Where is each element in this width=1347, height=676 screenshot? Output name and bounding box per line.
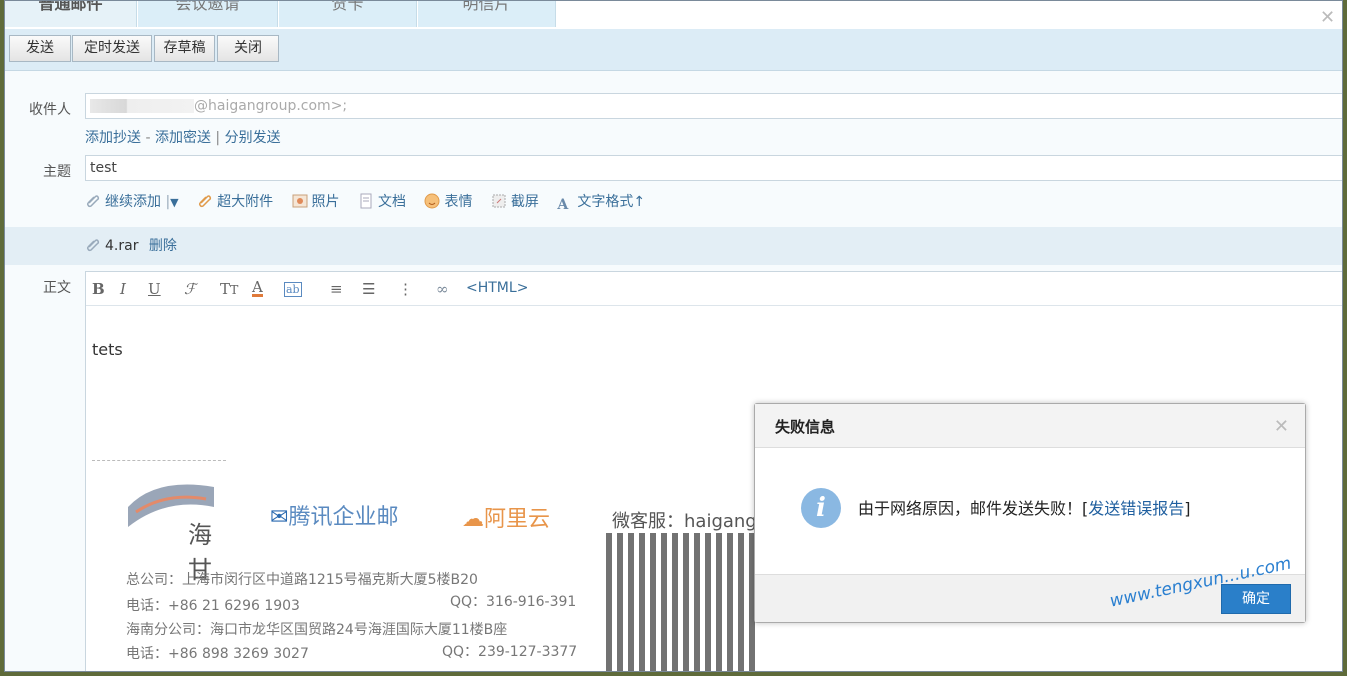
scheduled-send-button[interactable]: 定时发送 <box>72 35 152 62</box>
add-cc-link[interactable]: 添加抄送 <box>85 130 141 146</box>
tab-normal-mail[interactable]: 普通邮件 <box>5 1 137 27</box>
qr-code <box>606 533 756 671</box>
large-attachment-button[interactable]: 超大附件 <box>197 191 273 211</box>
dialog-header: 失败信息 ✕ <box>755 404 1305 448</box>
bracket: ] <box>1184 499 1191 518</box>
emoji-button[interactable]: 表情 <box>424 191 472 211</box>
attachment-list: 4.rar 删除 <box>5 227 1342 265</box>
attachment-toolbar: 继续添加 |▼ 超大附件 照片 文档 表情 截屏 A 文字格式↑ <box>85 191 659 213</box>
tab-bar: 普通邮件 会议邀请 贺卡 明信片 ✕ <box>5 1 1342 29</box>
separator: | <box>215 130 221 146</box>
list-icon[interactable]: ☰ <box>362 280 375 298</box>
editor-toolbar: B I U ℱ TT A ab ≡ ☰ ⋮ ∞ <HTML> <box>86 272 1342 306</box>
attachment-item: 4.rar 删除 <box>85 235 177 255</box>
separator: - <box>145 130 151 146</box>
tab-label: 明信片 <box>462 1 511 13</box>
font-family-icon[interactable]: ℱ <box>184 280 196 298</box>
paperclip-icon <box>85 237 101 253</box>
qq-hq: QQ：316-916-391 <box>450 594 577 610</box>
haigan-logo: 海甘 <box>126 477 216 584</box>
highlight-icon[interactable]: ab <box>284 282 302 297</box>
logo-text: 阿里云 <box>484 507 551 532</box>
photo-button[interactable]: 照片 <box>292 191 340 211</box>
text-format-button[interactable]: A 文字格式↑ <box>557 191 645 213</box>
indent-icon[interactable]: ⋮ <box>398 280 413 298</box>
error-dialog: 失败信息 ✕ i 由于网络原因，邮件发送失败！[发送错误报告] 确定 <box>754 403 1306 623</box>
html-mode-button[interactable]: <HTML> <box>466 280 528 296</box>
body-label: 正文 <box>43 280 71 296</box>
italic-icon[interactable]: I <box>120 280 126 298</box>
attachment-filename: 4.rar <box>105 238 139 254</box>
to-field[interactable]: @haigangroup.com>; <box>85 93 1342 119</box>
delete-attachment-link[interactable]: 删除 <box>149 238 177 254</box>
tel-hainan: 电话：+86 898 3269 3027 <box>126 646 309 662</box>
tab-meeting-invite[interactable]: 会议邀请 <box>138 1 278 27</box>
info-icon: i <box>801 488 841 528</box>
close-icon[interactable]: ✕ <box>1320 9 1335 27</box>
screenshot-icon <box>491 193 507 209</box>
signature-divider <box>92 460 226 461</box>
send-button[interactable]: 发送 <box>9 35 71 62</box>
message-text: 由于网络原因，邮件发送失败！ <box>858 499 1083 518</box>
dialog-title: 失败信息 <box>775 418 836 436</box>
logo-text: 腾讯企业邮 <box>288 505 399 530</box>
to-value: @haigangroup.com>; <box>194 98 348 114</box>
continue-add-button[interactable]: 继续添加 |▼ <box>85 191 179 211</box>
subject-label: 主题 <box>43 164 71 180</box>
qq-hainan: QQ：239-127-3377 <box>442 644 578 660</box>
tel-hq: 电话：+86 21 6296 1903 <box>126 598 300 614</box>
continue-add-label: 继续添加 <box>105 194 161 210</box>
body-text: tets <box>92 340 123 359</box>
screenshot-button[interactable]: 截屏 <box>491 191 539 211</box>
text-format-icon: A <box>557 197 569 213</box>
address-hq: 总公司：上海市闵行区中道路1215号福克斯大厦5楼B20 <box>126 572 478 588</box>
link-icon[interactable]: ∞ <box>436 280 449 298</box>
underline-icon[interactable]: U <box>148 280 161 298</box>
emoji-label: 表情 <box>444 194 473 210</box>
to-label: 收件人 <box>29 102 71 118</box>
compose-toolbar: 发送 定时发送 存草稿 关闭 <box>5 29 1342 71</box>
tab-card[interactable]: 贺卡 <box>279 1 417 27</box>
signature: 海甘 ✉腾讯企业邮 ☁阿里云 微客服：haigang 总公司：上海市闵行区中道路… <box>122 477 822 671</box>
align-icon[interactable]: ≡ <box>330 280 343 298</box>
tab-label: 普通邮件 <box>38 1 103 13</box>
document-icon <box>358 193 374 209</box>
photo-icon <box>292 193 308 209</box>
separate-send-link[interactable]: 分别发送 <box>225 130 281 146</box>
smiley-icon <box>424 193 440 209</box>
tencent-exmail-logo: ✉腾讯企业邮 <box>270 499 398 531</box>
paperclip-icon <box>85 193 101 209</box>
add-bcc-link[interactable]: 添加密送 <box>155 130 211 146</box>
font-color-icon[interactable]: A <box>252 280 263 297</box>
font-size-icon[interactable]: TT <box>220 280 238 298</box>
error-report-link[interactable]: 发送错误报告 <box>1088 499 1184 518</box>
save-draft-button[interactable]: 存草稿 <box>154 35 215 62</box>
dialog-message: 由于网络原因，邮件发送失败！[发送错误报告] <box>858 495 1191 519</box>
paperclip-orange-icon <box>197 193 213 209</box>
photo-label: 照片 <box>311 194 340 210</box>
address-hainan: 海南分公司：海口市龙华区国贸路24号海涯国际大厦11楼B座 <box>126 622 508 638</box>
screenshot-label: 截屏 <box>510 194 539 210</box>
redacted-address <box>90 99 194 113</box>
tab-postcard[interactable]: 明信片 <box>418 1 556 27</box>
subject-input[interactable]: test <box>85 155 1342 181</box>
chevron-down-icon[interactable]: ▼ <box>170 196 178 209</box>
document-button[interactable]: 文档 <box>358 191 406 211</box>
tab-label: 会议邀请 <box>175 1 240 13</box>
tab-label: 贺卡 <box>331 1 364 13</box>
aliyun-logo: ☁阿里云 <box>462 501 550 533</box>
cloud-icon: ☁ <box>462 507 484 532</box>
close-button[interactable]: 关闭 <box>217 35 279 62</box>
large-attachment-label: 超大附件 <box>217 194 274 210</box>
wechat-service: 微客服：haigang <box>612 511 757 532</box>
bold-icon[interactable]: B <box>92 280 105 298</box>
document-label: 文档 <box>378 194 406 210</box>
close-icon[interactable]: ✕ <box>1274 416 1289 437</box>
text-format-label: 文字格式↑ <box>577 194 646 210</box>
ok-button[interactable]: 确定 <box>1221 584 1291 614</box>
tencent-mail-icon: ✉ <box>270 505 289 530</box>
recipient-links: 添加抄送 - 添加密送 | 分别发送 <box>85 127 281 147</box>
